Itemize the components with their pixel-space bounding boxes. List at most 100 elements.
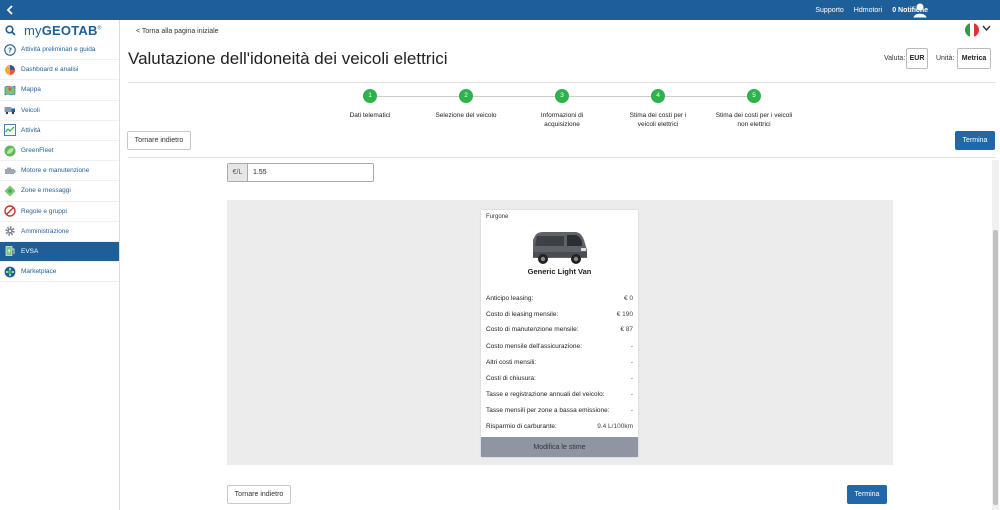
sidebar: myGEOTAB® ? Attività preliminari e guida… — [0, 20, 120, 510]
back-button-top[interactable]: Tornare indietro — [127, 131, 191, 150]
cost-label: Tasse e registrazione annuali del veicol… — [486, 391, 605, 398]
engine-icon — [4, 165, 16, 177]
cost-label: Costo di manutenzione mensile: — [486, 326, 579, 333]
edit-estimates-button[interactable]: Modifica le stime — [481, 437, 638, 457]
sidebar-item-label: Regole e gruppi — [21, 207, 67, 215]
finish-button-bottom[interactable]: Termina — [847, 485, 887, 504]
step-label: Informazioni di acquisizione — [540, 112, 584, 128]
vehicle-name: Generic Light Van — [527, 267, 592, 276]
sidebar-item-dashboard[interactable]: Dashboard e analisi — [0, 60, 119, 81]
sidebar-item-marketplace[interactable]: Marketplace — [0, 262, 119, 283]
cost-label: Risparmio di carburante: — [486, 423, 557, 430]
sidebar-item-map[interactable]: Mappa — [0, 80, 119, 101]
step-number: 1 — [363, 89, 377, 103]
step-non-ev-cost-estimate[interactable]: 5 Stima dei costi per i veicoli non elet… — [699, 89, 809, 129]
step-acquisition-info[interactable]: 3 Informazioni di acquisizione — [507, 89, 617, 129]
user-icon[interactable] — [912, 2, 928, 18]
search-icon[interactable] — [5, 24, 16, 36]
cost-value: € 0 — [623, 295, 633, 302]
van-image — [533, 232, 587, 264]
pie-chart-icon — [4, 64, 16, 76]
vehicle-card: Furgone Generic Light Van Anticipo leasi… — [481, 210, 638, 457]
no-entry-icon — [4, 205, 16, 217]
svg-text:?: ? — [8, 46, 12, 54]
unit-select[interactable]: Metrica — [957, 48, 991, 69]
sidebar-item-label: Dashboard e analisi — [21, 66, 79, 74]
unit-label: Unità: — [936, 55, 955, 62]
cost-value: - — [630, 359, 633, 366]
cost-value: € 190 — [616, 311, 633, 318]
step-label: Selezione del veicolo — [435, 112, 497, 119]
sidebar-item-zones[interactable]: Zone e messaggi — [0, 181, 119, 202]
back-button-bottom[interactable]: Tornare indietro — [227, 485, 291, 504]
sidebar-item-getting-started[interactable]: ? Attività preliminari e guida — [0, 40, 119, 61]
activity-chart-icon — [4, 124, 16, 137]
fuel-price-input[interactable]: 1.55 — [248, 164, 267, 181]
zone-icon — [4, 185, 16, 197]
map-icon — [4, 84, 16, 96]
sidebar-item-administration[interactable]: Amministrazione — [0, 222, 119, 242]
sidebar-item-activity[interactable]: Attività — [0, 121, 119, 141]
step-number: 2 — [459, 89, 473, 103]
step-number: 4 — [651, 89, 665, 103]
cost-label: Costo di leasing mensile: — [486, 311, 559, 318]
cost-label: Costi di chiusura: — [486, 375, 536, 382]
sidebar-item-label: Zone e messaggi — [21, 187, 71, 195]
cost-row: Costi di chiusura: - — [486, 371, 633, 386]
sidebar-item-evsa[interactable]: EVSA — [0, 241, 119, 263]
sidebar-item-label: Marketplace — [21, 268, 57, 276]
mygeotab-logo[interactable]: myGEOTAB® — [24, 23, 101, 38]
sidebar-item-label: EVSA — [21, 247, 39, 255]
divider — [128, 82, 996, 83]
sidebar-item-label: Attività — [21, 126, 41, 134]
back-to-home-link[interactable]: < Torna alla pagina iniziale — [136, 28, 219, 35]
page-scrollbar[interactable] — [992, 160, 999, 510]
sidebar-item-rules[interactable]: Regole e gruppi — [0, 202, 119, 222]
cost-row: Altri costi mensili: - — [486, 355, 633, 370]
leaf-icon — [4, 145, 16, 157]
cost-value: € 87 — [620, 326, 633, 333]
sidebar-item-label: Amministrazione — [21, 227, 70, 235]
step-vehicle-selection[interactable]: 2 Selezione del veicolo — [411, 89, 521, 120]
step-number: 5 — [747, 89, 761, 103]
chevron-down-icon[interactable] — [982, 24, 991, 34]
sidebar-item-label: Veicoli — [21, 106, 40, 114]
sidebar-header: myGEOTAB® — [0, 20, 119, 40]
step-ev-cost-estimate[interactable]: 4 Stima dei costi per i veicoli elettric… — [603, 89, 713, 129]
cost-value: - — [630, 391, 633, 398]
ev-icon — [4, 245, 16, 257]
cost-row: Risparmio di carburante: 9.4 L/100km — [486, 419, 633, 434]
page-title: Valutazione dell'idoneità dei veicoli el… — [128, 49, 448, 68]
cost-row: Tasse mensili per zone a bassa emissione… — [486, 403, 633, 418]
cost-row: Tasse e registrazione annuali del veicol… — [486, 387, 633, 402]
sidebar-item-vehicles[interactable]: Veicoli — [0, 101, 119, 121]
cost-value: - — [630, 375, 633, 382]
sidebar-item-engine[interactable]: Motore e manutenzione — [0, 161, 119, 182]
vehicle-type: Furgone — [486, 214, 509, 220]
scrollbar-thumb[interactable] — [993, 230, 998, 505]
cost-value: - — [630, 407, 633, 414]
step-number: 3 — [555, 89, 569, 103]
sidebar-item-label: Mappa — [21, 86, 41, 94]
cost-row: Costo di manutenzione mensile: € 87 — [486, 322, 633, 337]
fuel-price-input-group: €/L 1.55 — [227, 163, 374, 182]
finish-button-top[interactable]: Termina — [955, 131, 995, 150]
question-icon: ? — [4, 43, 16, 56]
user-name[interactable]: Hdmotori — [854, 7, 882, 14]
marketplace-icon — [4, 266, 16, 278]
sidebar-item-greenfleet[interactable]: GreenFleet — [0, 141, 119, 162]
cost-row: Anticipo leasing: € 0 — [486, 291, 633, 306]
sidebar-item-label: GreenFleet — [21, 147, 54, 155]
divider — [128, 157, 996, 158]
step-telematics-data[interactable]: 1 Dati telematici — [315, 89, 425, 120]
step-label: Dati telematici — [349, 112, 391, 119]
support-link[interactable]: Supporto — [815, 7, 843, 14]
back-arrow-icon[interactable] — [0, 0, 20, 20]
italian-flag-icon[interactable] — [965, 23, 979, 37]
cost-row: Costo di leasing mensile: € 190 — [486, 307, 633, 322]
cost-row: Costo mensile dell'assicurazione: - — [486, 339, 633, 354]
currency-select[interactable]: EUR — [906, 48, 928, 69]
fuel-price-unit: €/L — [228, 164, 248, 181]
cost-label: Costo mensile dell'assicurazione: — [486, 343, 582, 350]
sidebar-item-label: Attività preliminari e guida — [21, 46, 96, 54]
